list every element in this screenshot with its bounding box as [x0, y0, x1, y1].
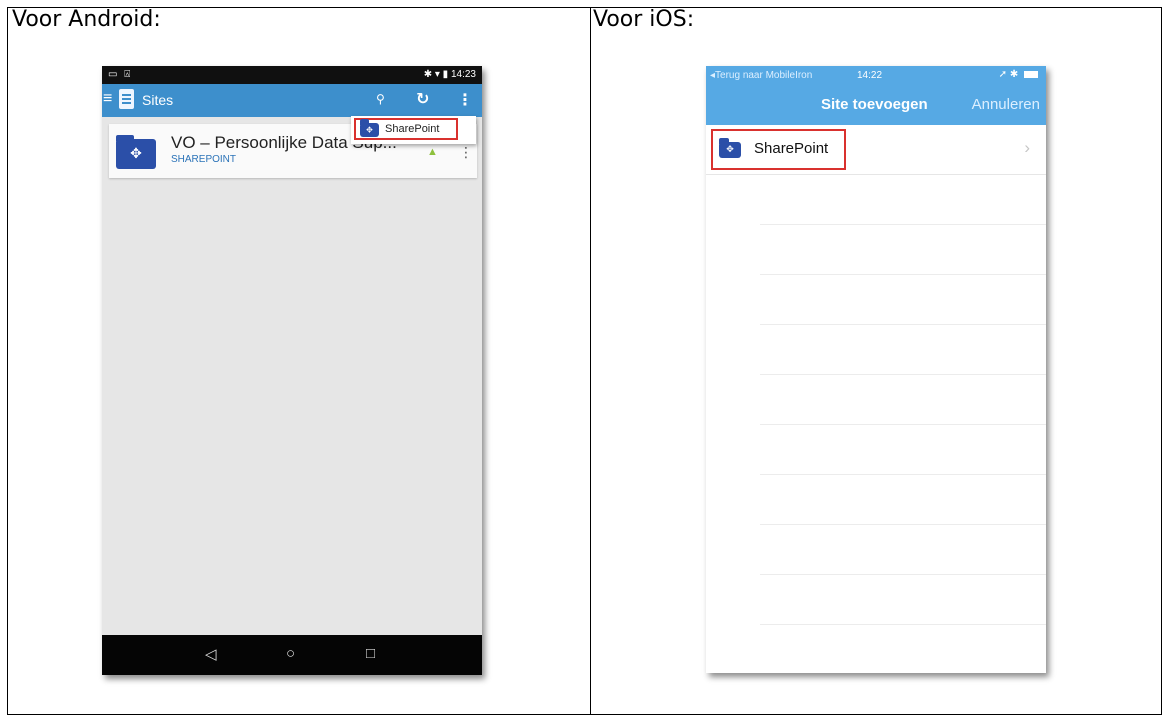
list-separator: [760, 224, 1046, 225]
list-item-label: SharePoint: [754, 140, 829, 157]
list-separator: [760, 474, 1046, 475]
sharepoint-folder-icon: ✥: [360, 119, 379, 137]
cancel-button[interactable]: Annuleren: [972, 96, 1040, 113]
refresh-icon[interactable]: ↻: [416, 89, 429, 109]
status-time: 14:22: [857, 70, 883, 81]
nav-title: Site toevoegen: [821, 96, 928, 113]
sites-logo-icon: [119, 89, 134, 109]
recents-icon[interactable]: □: [366, 645, 375, 662]
list-separator: [760, 324, 1046, 325]
status-indicators: ➚ ✱: [999, 69, 1038, 80]
popup-item-sharepoint[interactable]: SharePoint: [385, 123, 439, 135]
battery-icon: [1024, 70, 1038, 78]
android-icon: ▲: [427, 146, 438, 158]
location-bluetooth-icons: ➚ ✱: [998, 69, 1019, 80]
list-separator: [760, 574, 1046, 575]
android-heading: Voor Android:: [12, 7, 161, 32]
back-icon[interactable]: ◁: [205, 645, 217, 663]
android-screenshot: ▭ ⍓ ✱ ▾ ▮ 14:23 ≡ Sites ⚲ ↻ ⋮ ✥ VO – Per…: [102, 66, 482, 675]
ios-nav-bar: ◂Terug naar MobileIron 14:22 ➚ ✱ Site to…: [706, 66, 1046, 125]
ios-screenshot: ◂Terug naar MobileIron 14:22 ➚ ✱ Site to…: [706, 66, 1046, 673]
site-more-icon[interactable]: ⋮: [459, 144, 473, 161]
list-item[interactable]: ✥ SharePoint ›: [706, 125, 1046, 175]
add-site-popup-menu: ✥ SharePoint: [351, 116, 476, 144]
menu-icon[interactable]: ≡: [103, 90, 112, 108]
ios-heading: Voor iOS:: [593, 7, 695, 32]
sharepoint-folder-icon: ✥: [719, 138, 741, 158]
list-separator: [760, 274, 1046, 275]
column-divider: [590, 8, 591, 714]
status-time: 14:23: [450, 69, 476, 80]
list-separator: [760, 374, 1046, 375]
search-icon[interactable]: ⚲: [376, 92, 385, 106]
android-status-bar: ▭ ⍓ ✱ ▾ ▮ 14:23: [102, 66, 482, 84]
more-options-icon[interactable]: ⋮: [457, 90, 473, 110]
back-to-mobileiron-link[interactable]: ◂Terug naar MobileIron: [710, 70, 812, 81]
status-icons: ✱ ▾ ▮: [423, 69, 449, 80]
site-type: SHAREPOINT: [171, 154, 237, 165]
android-app-bar: ≡ Sites ⚲ ↻ ⋮: [102, 84, 482, 117]
status-left-icons: ▭ ⍓: [108, 69, 133, 80]
home-icon[interactable]: ○: [286, 645, 295, 662]
list-separator: [760, 424, 1046, 425]
chevron-right-icon: ›: [1024, 138, 1030, 157]
app-bar-title: Sites: [142, 92, 174, 108]
list-separator: [760, 524, 1046, 525]
status-right: ✱ ▾ ▮ 14:23: [424, 69, 476, 80]
sharepoint-folder-icon: ✥: [116, 135, 156, 169]
android-nav-bar: ◁ ○ □: [102, 635, 482, 675]
list-separator: [760, 624, 1046, 625]
